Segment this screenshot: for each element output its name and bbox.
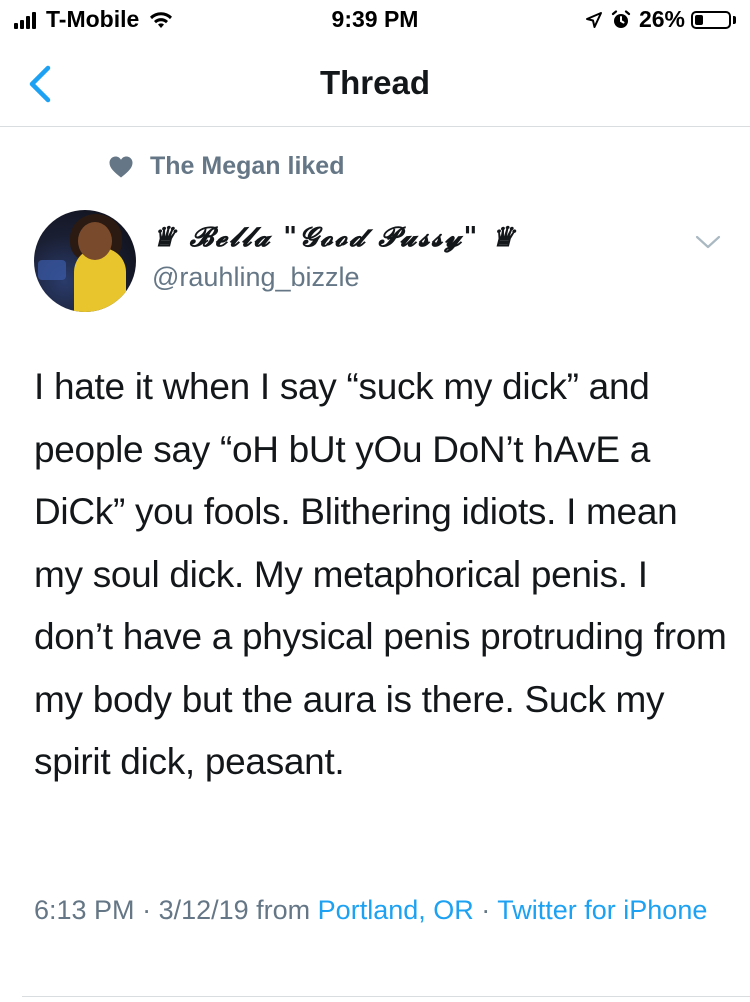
battery-icon bbox=[691, 10, 731, 29]
location-arrow-icon bbox=[585, 11, 602, 28]
status-bar-right: 26% bbox=[585, 6, 736, 33]
chevron-down-icon bbox=[695, 235, 721, 249]
author-handle[interactable]: @rauhling_bizzle bbox=[152, 262, 360, 293]
avatar-background-light bbox=[38, 260, 66, 280]
tweet-date: 3/12/19 bbox=[158, 895, 249, 925]
tweet-menu-button[interactable] bbox=[694, 232, 722, 252]
tweet-time: 6:13 PM bbox=[34, 895, 135, 925]
meta-separator: · bbox=[134, 895, 159, 925]
meta-from-label: from bbox=[248, 895, 318, 925]
social-context-text: The Megan liked bbox=[150, 152, 345, 180]
author-display-name[interactable]: ♛ 𝓑𝓮𝓵𝓵𝓪 "𝓖𝓸𝓸𝓭 𝓟𝓾𝓼𝓼𝔂" ♛ bbox=[152, 222, 517, 254]
battery-cap bbox=[733, 15, 736, 24]
battery-percent: 26% bbox=[638, 6, 685, 32]
status-bar: T-Mobile 9:39 PM 26% bbox=[0, 0, 750, 40]
alarm-icon bbox=[611, 9, 631, 28]
social-context[interactable]: The Megan liked bbox=[108, 152, 344, 181]
location-link[interactable]: Portland, OR bbox=[318, 895, 474, 925]
page-title: Thread bbox=[319, 64, 431, 101]
divider bbox=[22, 996, 750, 997]
tweet-meta: 6:13 PM · 3/12/19 from Portland, OR · Tw… bbox=[34, 890, 734, 931]
navigation-bar: Thread bbox=[0, 40, 750, 127]
heart-icon bbox=[109, 156, 133, 177]
avatar-head bbox=[78, 222, 112, 260]
meta-separator: · bbox=[473, 895, 498, 925]
battery-level-fill bbox=[695, 14, 703, 25]
avatar[interactable] bbox=[34, 210, 136, 312]
tweet-text: I hate it when I say “suck my dick” and … bbox=[34, 366, 727, 782]
source-link[interactable]: Twitter for iPhone bbox=[497, 895, 707, 925]
